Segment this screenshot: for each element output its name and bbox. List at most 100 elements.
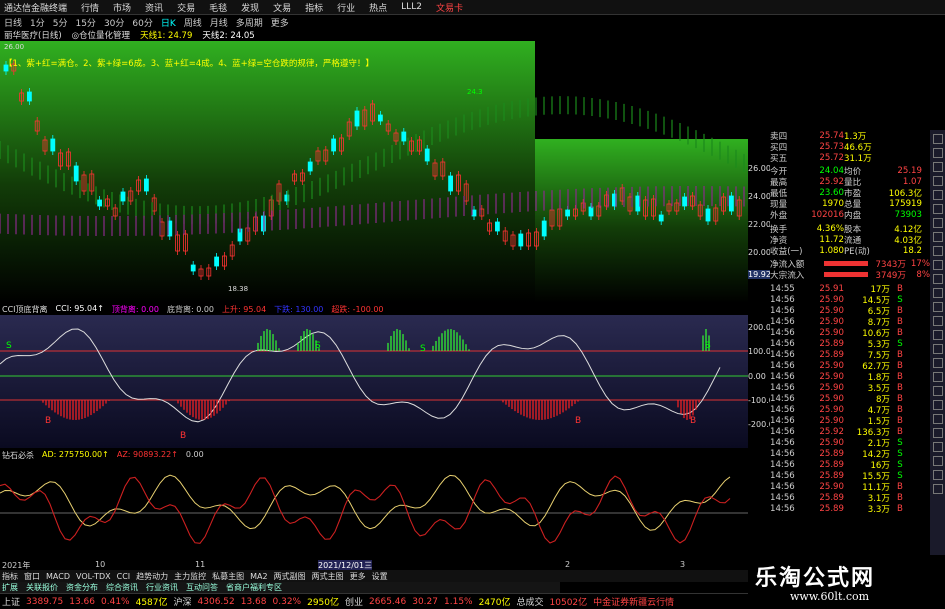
chart-icon[interactable] <box>932 134 943 144</box>
menu-item[interactable]: 热点 <box>369 1 387 14</box>
info-tab[interactable]: 关联报价 <box>26 582 58 593</box>
indicator-tab[interactable]: 窗口 <box>24 571 40 582</box>
period-tab[interactable]: 周线 <box>184 16 202 29</box>
period-tab[interactable]: 60分 <box>132 16 152 29</box>
quote-cell: 25.19 <box>897 165 922 176</box>
cci-panel[interactable]: S B B S S B B S <box>0 303 748 448</box>
indicator-tab[interactable]: MA2 <box>250 572 267 581</box>
ad-panel[interactable] <box>0 448 748 560</box>
indicator-tab[interactable]: 更多 <box>350 571 366 582</box>
info-tab[interactable]: 综合资讯 <box>106 582 138 593</box>
cci-bottom-div: 底背离: 0.00 <box>166 305 215 314</box>
period-tab[interactable]: 15分 <box>75 16 95 29</box>
news-icon[interactable] <box>932 162 943 172</box>
ticker-pct: 1.15% <box>444 596 473 607</box>
indicator-title: ◎仓位量化管理 <box>71 31 131 41</box>
menu-item[interactable]: 指标 <box>305 1 323 14</box>
indicator-tab[interactable]: 趋势动力 <box>136 571 168 582</box>
menu-item[interactable]: 资讯 <box>145 1 163 14</box>
ticker-label[interactable]: 上证 <box>2 595 20 608</box>
period-tab[interactable]: 更多 <box>271 16 289 29</box>
indicator-tab[interactable]: 两式副图 <box>274 571 306 582</box>
flag-icon[interactable] <box>932 288 943 298</box>
user-icon[interactable] <box>932 246 943 256</box>
period-tab[interactable]: 30分 <box>104 16 124 29</box>
chart-min-label: 18.38 <box>228 285 249 293</box>
menu-icon[interactable] <box>932 414 943 424</box>
mail-icon[interactable] <box>932 274 943 284</box>
indicator-tab[interactable]: VOL-TDX <box>76 572 111 581</box>
info-tab[interactable]: 省商户福利专区 <box>226 582 282 593</box>
note-icon[interactable] <box>932 470 943 480</box>
ad-value: AD: 275750.00↑ <box>42 450 109 459</box>
period-tab[interactable]: 1分 <box>30 16 45 29</box>
menu-item[interactable]: 市场 <box>113 1 131 14</box>
quote-cell: 内盘 <box>844 210 862 221</box>
find-icon[interactable] <box>932 442 943 452</box>
period-tab[interactable]: 日K <box>161 16 176 29</box>
ticker-label[interactable]: 沪深 <box>174 595 192 608</box>
candle-body <box>97 199 102 207</box>
signal-label: B <box>690 416 696 426</box>
ticker-label[interactable]: 创业 <box>345 595 363 608</box>
minus-icon[interactable] <box>932 372 943 382</box>
indicator-tab[interactable]: MACD <box>46 572 70 581</box>
pin-icon[interactable] <box>932 316 943 326</box>
info-tab[interactable]: 资金分布 <box>66 582 98 593</box>
plus-icon[interactable] <box>932 358 943 368</box>
tick-cell: B <box>897 481 903 492</box>
menu-item[interactable]: 通达信金融终端 <box>4 1 67 14</box>
calc-icon[interactable] <box>932 176 943 186</box>
period-tab[interactable]: 日线 <box>4 16 22 29</box>
tick-cell: S <box>897 459 903 470</box>
share-icon[interactable] <box>932 330 943 340</box>
info-tab[interactable]: 互动问答 <box>186 582 218 593</box>
menu-item[interactable]: 行情 <box>81 1 99 14</box>
ticker-value: 2665.46 <box>369 596 407 607</box>
help-icon[interactable] <box>932 344 943 354</box>
price-tick: 26.00 <box>748 164 771 173</box>
clock-icon[interactable] <box>932 484 943 494</box>
list-icon[interactable] <box>932 148 943 158</box>
period-tab[interactable]: 多周期 <box>236 16 263 29</box>
ticker-change: 中金证券新疆云行情 <box>593 598 675 608</box>
main-chart[interactable] <box>0 41 748 303</box>
indicator-tab[interactable]: 设置 <box>372 571 388 582</box>
menu-item[interactable]: 交易 <box>177 1 195 14</box>
info-tab[interactable]: 行业资讯 <box>146 582 178 593</box>
menu-item[interactable]: LLL2 <box>401 2 422 12</box>
gear-icon[interactable] <box>932 232 943 242</box>
ticker-amount: 2470亿 <box>478 598 511 608</box>
menu-item[interactable]: 文易卡 <box>436 1 463 14</box>
indicator-tab[interactable]: CCI <box>117 572 131 581</box>
star-icon[interactable] <box>932 190 943 200</box>
indicator-tab[interactable]: 私募主图 <box>212 571 244 582</box>
lock-icon[interactable] <box>932 302 943 312</box>
info-icon[interactable] <box>932 218 943 228</box>
down-icon[interactable] <box>932 400 943 410</box>
grid-icon[interactable] <box>932 204 943 214</box>
menu-item[interactable]: 发现 <box>241 1 259 14</box>
list2-icon[interactable] <box>932 456 943 466</box>
indicator-tab[interactable]: 主力监控 <box>174 571 206 582</box>
quote-row: 换手 4.36% 股本 4.12亿 <box>770 223 930 235</box>
info-tab[interactable]: 扩展 <box>2 582 18 593</box>
tick-cell: B <box>897 426 903 437</box>
period-tab[interactable]: 5分 <box>53 16 68 29</box>
home-icon[interactable] <box>932 428 943 438</box>
inflow-pct: 17% <box>910 258 930 269</box>
candle-body <box>588 206 594 217</box>
period-tab[interactable]: 月线 <box>210 16 228 29</box>
line2-value: 天线2: 24.05 <box>202 31 255 41</box>
tick-row: 14:56 25.90 8.7万 B <box>770 316 930 328</box>
menu-item[interactable]: 毛毯 <box>209 1 227 14</box>
indicator-tab[interactable]: 两式主图 <box>312 571 344 582</box>
ticker-label[interactable]: 总成交 <box>517 595 544 608</box>
tick-row: 14:56 25.90 8万 B <box>770 393 930 405</box>
indicator-tab[interactable]: 指标 <box>2 571 18 582</box>
menu-item[interactable]: 文易 <box>273 1 291 14</box>
up-icon[interactable] <box>932 386 943 396</box>
menu-item[interactable]: 行业 <box>337 1 355 14</box>
bell-icon[interactable] <box>932 260 943 270</box>
tick-cell: 14:56 <box>770 459 795 470</box>
